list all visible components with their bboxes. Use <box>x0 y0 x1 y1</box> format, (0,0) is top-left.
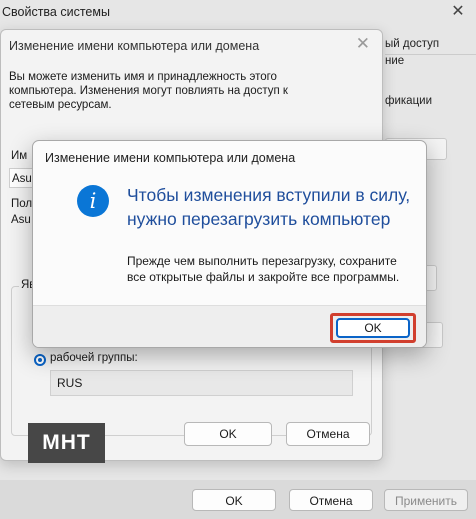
ok-button[interactable]: OK <box>192 489 276 511</box>
cancel-button[interactable]: Отмена <box>289 489 373 511</box>
info-text: Вы можете изменить имя и принадлежность … <box>9 71 288 111</box>
workgroup-label: рабочей группы: <box>50 352 138 364</box>
tab-fragment[interactable]: ние <box>385 54 476 71</box>
info-icon: i <box>77 185 109 217</box>
full-name-value: Asu <box>11 214 31 226</box>
computer-name-input[interactable]: Asu <box>9 168 33 188</box>
computer-name-label: Им <box>11 150 28 162</box>
dialog-title: Изменение имени компьютера или домена <box>45 151 296 165</box>
dialog-title: Изменение имени компьютера или домена <box>9 39 260 53</box>
watermark-logo: MHT <box>28 423 105 463</box>
workgroup-input[interactable]: RUS <box>50 370 353 396</box>
ok-button[interactable]: OK <box>184 422 272 446</box>
tab-remote-access[interactable]: ый доступ <box>385 38 476 54</box>
dialog-footer: OK <box>33 305 426 347</box>
ok-button-highlight: OK <box>330 313 416 343</box>
ok-button[interactable]: OK <box>336 318 410 338</box>
window-footer: OK Отмена Применить <box>0 480 476 519</box>
restart-prompt-dialog: Изменение имени компьютера или домена i … <box>32 140 427 348</box>
window-title: Свойства системы <box>2 5 110 19</box>
dialog-heading: Чтобы изменения вступили в силу, нужно п… <box>127 185 411 229</box>
identification-text: фикации <box>385 95 432 107</box>
close-icon[interactable]: ✕ <box>448 2 468 22</box>
full-name-label: Пол <box>11 198 33 210</box>
workgroup-radio[interactable] <box>34 354 46 366</box>
apply-button[interactable]: Применить <box>384 489 468 511</box>
dialog-message: Прежде чем выполнить перезагрузку, сохра… <box>127 254 400 284</box>
close-icon[interactable]: ✕ <box>356 34 370 54</box>
cancel-button[interactable]: Отмена <box>286 422 370 446</box>
